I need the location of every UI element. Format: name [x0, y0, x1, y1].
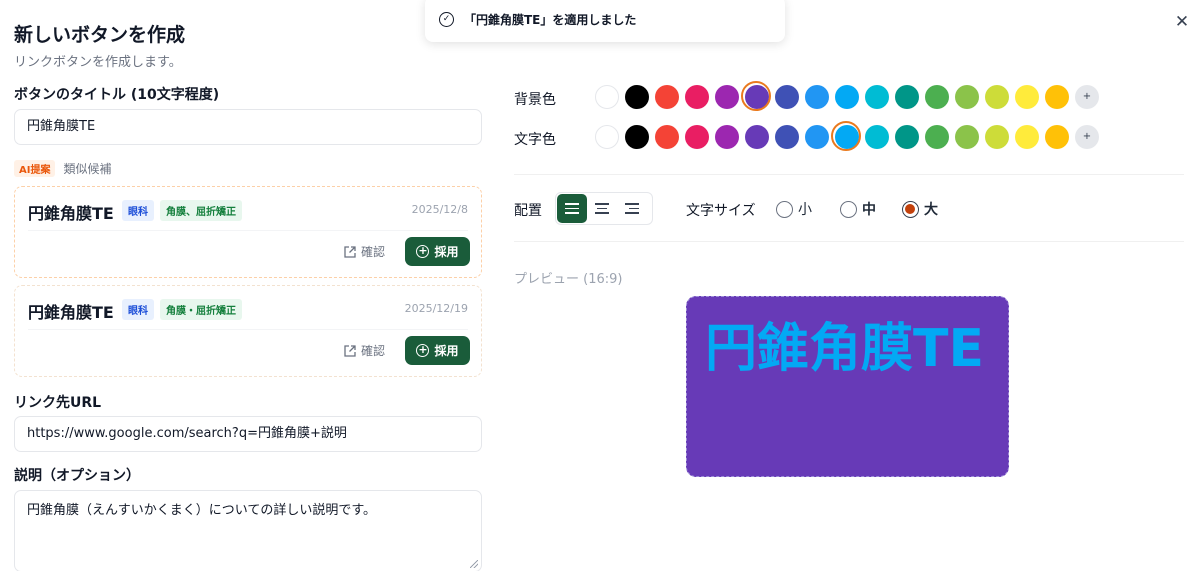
description-field-label: 説明（オプション） [14, 468, 140, 484]
confirm-label: 確認 [361, 344, 386, 358]
size-large-label: 大 [924, 202, 938, 218]
check-circle-icon: ✓ [439, 11, 454, 27]
bg-color-swatch[interactable] [985, 85, 1009, 109]
text-color-swatch[interactable] [655, 125, 679, 149]
bg-color-swatch[interactable] [925, 85, 949, 109]
tag-specialty: 眼科 [122, 299, 154, 320]
align-left-button[interactable] [557, 194, 587, 223]
bg-color-swatch[interactable] [655, 85, 679, 109]
text-color-swatch[interactable] [865, 125, 889, 149]
tag-topic: 角膜・屈折矯正 [160, 299, 242, 320]
radio-circle [840, 200, 857, 218]
plus-circle-icon: + [416, 244, 430, 258]
bg-color-label: 背景色 [514, 92, 556, 108]
radio-circle [776, 200, 793, 218]
bg-color-swatch[interactable] [895, 85, 919, 109]
tag-specialty: 眼科 [122, 200, 154, 221]
text-color-swatch[interactable] [1015, 125, 1039, 149]
bg-color-swatch[interactable] [685, 85, 709, 109]
bg-color-more-colors-button[interactable]: + [1075, 85, 1099, 109]
bg-color-swatch[interactable] [1045, 85, 1069, 109]
alignment-group [555, 192, 653, 225]
bg-color-swatch[interactable] [741, 81, 771, 111]
bg-color-swatch[interactable] [865, 85, 889, 109]
text-color-swatch[interactable] [925, 125, 949, 149]
size-small-radio[interactable]: 小 [776, 199, 812, 219]
candidate-date: 2025/12/8 [411, 203, 468, 216]
bg-color-swatches: + [595, 81, 1099, 111]
url-field-label: リンク先URL [14, 395, 102, 411]
confirm-label: 確認 [361, 245, 386, 259]
text-color-swatch[interactable] [715, 125, 739, 149]
text-color-swatch[interactable] [985, 125, 1009, 149]
title-field-label: ボタンのタイトル (10文字程度) [14, 87, 220, 103]
text-color-more-colors-button[interactable]: + [1075, 125, 1099, 149]
size-medium-radio[interactable]: 中 [840, 199, 876, 219]
title-input[interactable]: 円錐角膜TE [14, 109, 482, 145]
toast: ✓ 「円錐角膜TE」を適用しました [425, 0, 785, 42]
text-color-label: 文字色 [514, 132, 556, 148]
preview-text: 円錐角膜TE [705, 319, 984, 379]
plus-circle-icon: + [416, 343, 430, 357]
bg-color-swatch[interactable] [715, 85, 739, 109]
candidate-title: 円錐角膜TE [28, 303, 114, 322]
page-title: 新しいボタンを作成 [14, 24, 186, 46]
candidate-card: 円錐角膜TE 眼科 角膜・屈折矯正 2025/12/19 確認 + 採用 [14, 285, 482, 377]
adopt-label: 採用 [434, 344, 459, 358]
text-color-swatch[interactable] [805, 125, 829, 149]
adopt-button[interactable]: + 採用 [405, 336, 470, 365]
divider [514, 241, 1184, 242]
toast-message: 「円錐角膜TE」を適用しました [464, 12, 637, 27]
align-right-button[interactable] [617, 194, 647, 223]
text-color-swatch[interactable] [745, 125, 769, 149]
text-color-swatch[interactable] [685, 125, 709, 149]
candidate-card: 円錐角膜TE 眼科 角膜、屈折矯正 2025/12/8 確認 + 採用 [14, 186, 482, 278]
text-color-swatch[interactable] [775, 125, 799, 149]
description-textarea[interactable]: 円錐角膜（えんすいかくまく）についての詳しい説明です。 [14, 490, 482, 571]
confirm-link[interactable]: 確認 [343, 342, 385, 359]
bg-color-swatch[interactable] [835, 85, 859, 109]
card-divider [28, 329, 468, 330]
alignment-label: 配置 [514, 203, 542, 219]
page-subtitle: リンクボタンを作成します。 [14, 55, 182, 70]
description-text: 円錐角膜（えんすいかくまく）についての詳しい説明です。 [27, 503, 377, 518]
preview-button: 円錐角膜TE [686, 296, 1009, 477]
adopt-label: 採用 [434, 245, 459, 259]
bg-color-swatch[interactable] [955, 85, 979, 109]
ai-suggestion-header: AI提案 類似候補 [14, 160, 111, 177]
resize-handle[interactable] [470, 560, 478, 568]
align-center-button[interactable] [587, 194, 617, 223]
text-color-swatch[interactable] [1045, 125, 1069, 149]
text-color-swatch[interactable] [625, 125, 649, 149]
preview-label: プレビュー (16:9) [514, 272, 623, 287]
size-large-radio[interactable]: 大 [902, 199, 938, 219]
external-link-icon [344, 344, 356, 357]
tag-topic: 角膜、屈折矯正 [160, 200, 242, 221]
text-color-swatch[interactable] [595, 125, 619, 149]
text-color-swatches: + [595, 121, 1099, 151]
font-size-label: 文字サイズ [686, 203, 756, 219]
confirm-link[interactable]: 確認 [343, 243, 385, 260]
external-link-icon [344, 245, 356, 258]
size-small-label: 小 [798, 202, 812, 218]
bg-color-swatch[interactable] [625, 85, 649, 109]
card-divider [28, 230, 468, 231]
url-input[interactable]: https://www.google.com/search?q=円錐角膜+説明 [14, 416, 482, 452]
bg-color-swatch[interactable] [1015, 85, 1039, 109]
radio-circle [902, 200, 919, 218]
bg-color-swatch[interactable] [805, 85, 829, 109]
bg-color-swatch[interactable] [595, 85, 619, 109]
candidate-title: 円錐角膜TE [28, 204, 114, 223]
text-color-swatch[interactable] [895, 125, 919, 149]
divider [514, 174, 1184, 175]
ai-badge: AI提案 [14, 160, 56, 177]
text-color-swatch[interactable] [955, 125, 979, 149]
close-icon[interactable]: ✕ [1172, 12, 1192, 32]
size-medium-label: 中 [862, 202, 876, 218]
bg-color-swatch[interactable] [775, 85, 799, 109]
candidate-date: 2025/12/19 [404, 302, 468, 315]
ai-similar-label: 類似候補 [63, 162, 112, 176]
text-color-swatch[interactable] [831, 121, 861, 151]
adopt-button[interactable]: + 採用 [405, 237, 470, 266]
